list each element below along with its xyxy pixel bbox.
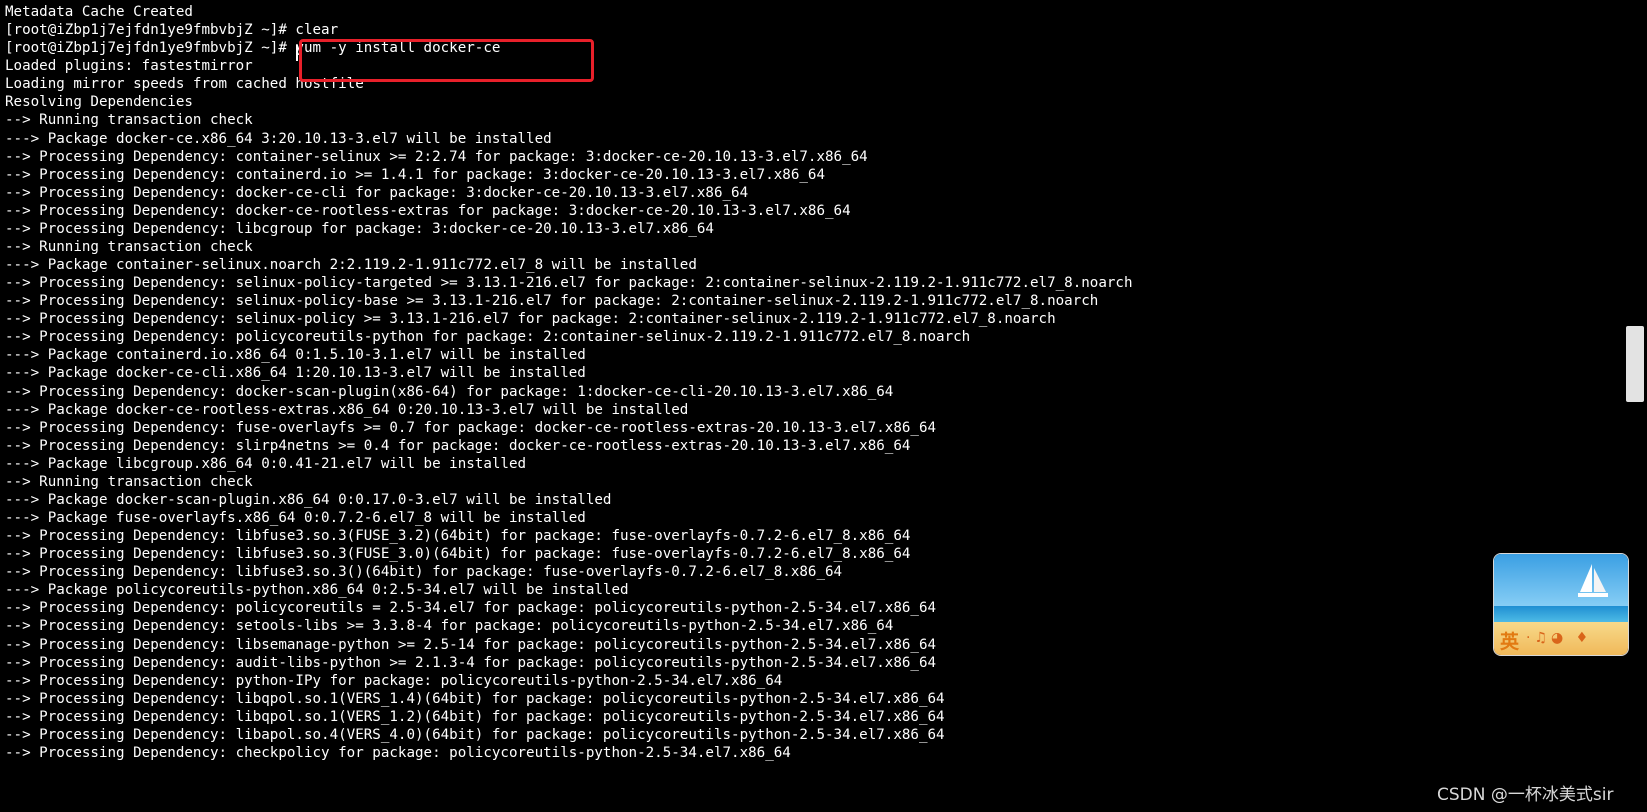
- terminal-line: [root@iZbp1j7ejfdn1ye9fmbvbjZ ~]# clear: [5, 22, 339, 38]
- terminal-line: ---> Package containerd.io.x86_64 0:1.5.…: [5, 347, 586, 363]
- terminal-line: --> Running transaction check: [5, 474, 253, 490]
- terminal-line: --> Running transaction check: [5, 112, 253, 128]
- terminal-line: --> Processing Dependency: libfuse3.so.3…: [5, 564, 843, 580]
- terminal-line: Loaded plugins: fastestmirror: [5, 58, 253, 74]
- terminal-line: ---> Package fuse-overlayfs.x86_64 0:0.7…: [5, 510, 586, 526]
- terminal-line: --> Processing Dependency: setools-libs …: [5, 618, 894, 634]
- terminal-line: --> Processing Dependency: docker-scan-p…: [5, 384, 894, 400]
- terminal-line: --> Processing Dependency: policycoreuti…: [5, 329, 971, 345]
- terminal-line: Resolving Dependencies: [5, 94, 193, 110]
- terminal-line: ---> Package docker-ce-rootless-extras.x…: [5, 402, 689, 418]
- terminal-line: --> Processing Dependency: checkpolicy f…: [5, 745, 791, 761]
- terminal-line: --> Processing Dependency: libsemanage-p…: [5, 637, 937, 653]
- terminal-line-command: [root@iZbp1j7ejfdn1ye9fmbvbjZ ~]# yum -y…: [5, 40, 501, 56]
- terminal-line: --> Processing Dependency: docker-ce-cli…: [5, 185, 749, 201]
- terminal-line: --> Running transaction check: [5, 239, 253, 255]
- terminal-line: --> Processing Dependency: libfuse3.so.3…: [5, 528, 911, 544]
- terminal-line: ---> Package docker-ce-cli.x86_64 1:20.1…: [5, 365, 586, 381]
- scrollbar-thumb[interactable]: [1626, 326, 1644, 402]
- terminal-line: ---> Package docker-ce.x86_64 3:20.10.13…: [5, 131, 552, 147]
- terminal-line: --> Processing Dependency: fuse-overlayf…: [5, 420, 937, 436]
- terminal-line: ---> Package policycoreutils-python.x86_…: [5, 582, 629, 598]
- terminal-line: --> Processing Dependency: audit-libs-py…: [5, 655, 937, 671]
- terminal-line: --> Processing Dependency: containerd.io…: [5, 167, 825, 183]
- terminal-line: --> Processing Dependency: python-IPy fo…: [5, 673, 783, 689]
- csdn-watermark: CSDN @一杯冰美式sir: [1437, 785, 1614, 805]
- ime-language-label[interactable]: 英: [1500, 627, 1519, 654]
- vertical-scrollbar[interactable]: [1623, 0, 1647, 812]
- terminal-line: --> Processing Dependency: libfuse3.so.3…: [5, 546, 911, 562]
- terminal-line: ---> Package libcgroup.x86_64 0:0.41-21.…: [5, 456, 527, 472]
- terminal-line: --> Processing Dependency: libqpol.so.1(…: [5, 691, 945, 707]
- terminal-line: --> Processing Dependency: slirp4netns >…: [5, 438, 911, 454]
- ime-status-widget[interactable]: 英 ·♫◕ ♦: [1493, 553, 1629, 656]
- terminal-line: --> Processing Dependency: policycoreuti…: [5, 600, 937, 616]
- terminal-line: --> Processing Dependency: docker-ce-roo…: [5, 203, 851, 219]
- terminal-line: ---> Package docker-scan-plugin.x86_64 0…: [5, 492, 612, 508]
- terminal-line: --> Processing Dependency: selinux-polic…: [5, 311, 1056, 327]
- terminal-window[interactable]: Metadata Cache Created [root@iZbp1j7ejfd…: [0, 0, 1620, 812]
- terminal-line: --> Processing Dependency: libcgroup for…: [5, 221, 714, 237]
- sailboat-icon: [1578, 564, 1608, 597]
- terminal-line: --> Processing Dependency: libapol.so.4(…: [5, 727, 945, 743]
- ime-toolbar-icons[interactable]: ·♫◕ ♦: [1526, 630, 1592, 646]
- terminal-line: --> Processing Dependency: libqpol.so.1(…: [5, 709, 945, 725]
- text-cursor: [296, 45, 298, 61]
- terminal-line: --> Processing Dependency: selinux-polic…: [5, 275, 1133, 291]
- terminal-line: --> Processing Dependency: container-sel…: [5, 149, 868, 165]
- terminal-line: --> Processing Dependency: selinux-polic…: [5, 293, 1099, 309]
- terminal-line: Metadata Cache Created: [5, 4, 193, 20]
- terminal-line: ---> Package container-selinux.noarch 2:…: [5, 257, 697, 273]
- terminal-line: Loading mirror speeds from cached hostfi…: [5, 76, 364, 92]
